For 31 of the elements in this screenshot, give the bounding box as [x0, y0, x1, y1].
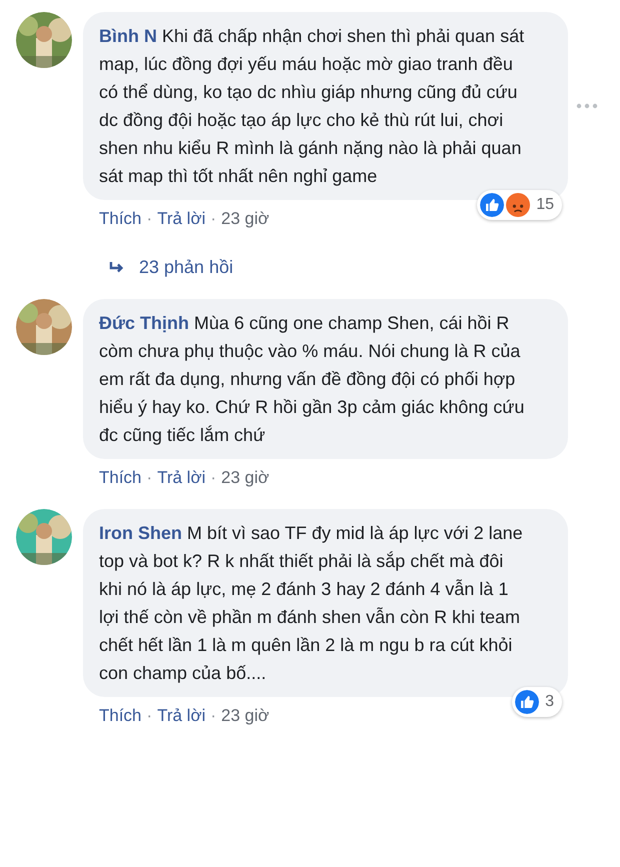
timestamp[interactable]: 23 giờ: [221, 465, 270, 491]
action-link[interactable]: Trả lời: [157, 465, 206, 491]
author-name[interactable]: Đức Thịnh: [99, 313, 190, 333]
timestamp[interactable]: 23 giờ: [221, 703, 270, 729]
reaction-count: 15: [536, 195, 554, 215]
angry-face-icon: [506, 193, 530, 217]
separator-dot: ·: [146, 208, 152, 230]
separator-dot: ·: [210, 705, 216, 727]
more-icon[interactable]: [576, 103, 598, 109]
separator-dot: ·: [146, 705, 152, 727]
thumbs-up-icon: [515, 690, 540, 714]
reaction-count: 3: [545, 692, 554, 712]
separator-dot: ·: [210, 208, 216, 230]
replies-link[interactable]: 23 phản hồi: [83, 232, 598, 281]
action-link[interactable]: Thích: [99, 206, 142, 232]
comment-text: Bình N Khi đã chấp nhận chơi shen thì phải quan sát map, lúc đồng đợi yếu máu hoặc mờ giao tranh đều có thể dùng, ko tạo dc nhìu giáp nhưng cũng đủ cứu dc đồng đội hoặc tạo áp lực cho kẻ thù rút lui, chơi shen nhu kiểu R mình là gánh nặng nào là phải quan sát map thì tốt nhất nên nghỉ game: [99, 25, 526, 188]
reaction-pill[interactable]: 15: [477, 190, 562, 220]
action-link[interactable]: Thích: [99, 703, 142, 729]
thumbs-up-icon: [480, 193, 504, 217]
comment-text: Iron Shen M bít vì sao TF đy mid là áp lực với 2 lane top và bot k? R k nhất thiết phải là sắp chết mà đôi khi nó là áp lực, mẹ 2 đánh 3 hay 2 đánh 4 vẫn là 1 lợi thế còn về phần m đánh shen vẫn còn R khi team chết hết lần 1 là m quên lần 2 là m ngu b ra cút khỏi con champ của bố....: [99, 522, 524, 685]
author-name[interactable]: Iron Shen: [99, 523, 182, 543]
comment-text: Đức Thịnh Mùa 6 cũng one champ Shen, cái hồi R còm chưa phụ thuộc vào % máu. Nói chung là R của em rất đa dụng, nhưng vấn đề đồng đội có phối hợp hiểu ý hay ko. Chứ R hồi gần 3p cảm giác không cứu đc cũng tiếc lắm chứ: [99, 312, 526, 447]
separator-dot: ·: [210, 467, 216, 489]
reaction-pill[interactable]: 3: [512, 687, 562, 717]
author-name[interactable]: Bình N: [99, 26, 157, 46]
action-link[interactable]: Trả lời: [157, 206, 206, 232]
action-link[interactable]: Trả lời: [157, 703, 206, 729]
separator-dot: ·: [146, 467, 152, 489]
timestamp[interactable]: 23 giờ: [221, 206, 270, 232]
reply-arrow-icon: [109, 260, 125, 274]
action-link[interactable]: Thích: [99, 465, 142, 491]
